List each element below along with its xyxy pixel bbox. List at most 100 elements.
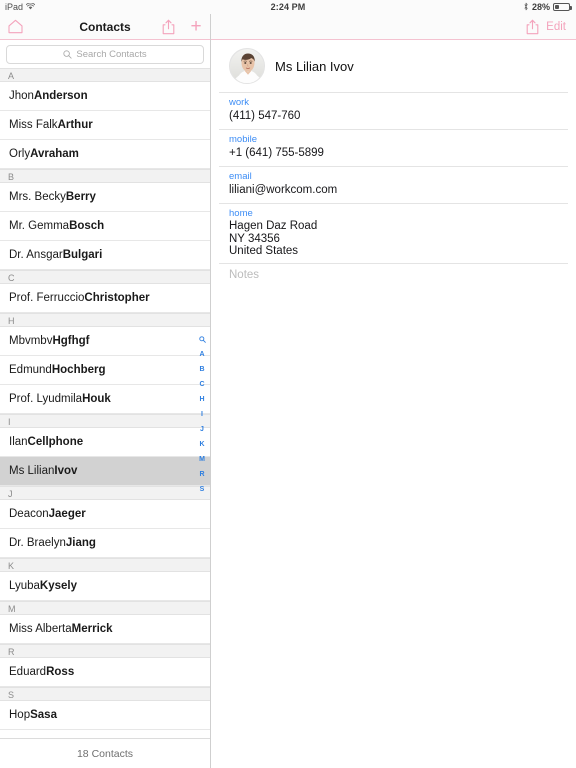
contact-row[interactable]: Hop Sasa — [0, 701, 210, 730]
contact-row[interactable]: Dr. Braelyn Jiang — [0, 529, 210, 558]
contact-first-name: Mrs. Becky — [9, 191, 66, 203]
search-icon — [63, 46, 72, 64]
contact-first-name: Deacon — [9, 508, 49, 520]
contact-last-name: Houk — [82, 393, 111, 405]
avatar — [229, 48, 265, 84]
index-letter[interactable]: M — [195, 452, 209, 467]
contact-fields: work (411) 547-760 mobile +1 (641) 755-5899… — [211, 92, 576, 288]
contacts-master-pane: Contacts + Search Contacts A Jhon Anders… — [0, 14, 211, 768]
contact-first-name: Prof. Lyudmila — [9, 393, 83, 405]
bluetooth-icon — [523, 2, 529, 13]
contact-row[interactable]: Dr. Ansgar Bulgari — [0, 241, 210, 270]
field-label: mobile — [229, 134, 257, 145]
master-navbar-actions: + — [154, 14, 210, 40]
contact-field[interactable]: mobile +1 (641) 755-5899 — [219, 129, 568, 166]
index-letter[interactable]: I — [195, 407, 209, 422]
index-letter[interactable]: R — [195, 467, 209, 482]
contact-header: Ms Lilian Ivov — [219, 40, 568, 92]
home-icon[interactable] — [0, 14, 30, 40]
contact-row[interactable]: Orly Avraham — [0, 140, 210, 169]
contact-row[interactable]: Prof. Lyudmila Houk — [0, 385, 210, 414]
contact-first-name: Ilan — [9, 436, 28, 448]
contact-first-name: Prof. Ferruccio — [9, 292, 85, 304]
index-letter[interactable]: B — [195, 362, 209, 377]
contact-last-name: Cellphone — [27, 436, 84, 448]
contact-last-name: Hochberg — [51, 364, 106, 376]
contact-field[interactable]: work (411) 547-760 — [219, 92, 568, 129]
status-bar: iPad 2:24 PM 28% — [0, 0, 576, 14]
status-bar-time: 2:24 PM — [270, 2, 306, 12]
contact-first-name: Mr. Gemma — [9, 220, 70, 232]
contact-first-name: Edmund — [9, 364, 52, 376]
contact-last-name: Avraham — [30, 148, 79, 160]
contact-row[interactable]: Deacon Jaeger — [0, 500, 210, 529]
contact-row[interactable]: Miss Falk Arthur — [0, 111, 210, 140]
contact-row[interactable]: Jhon Anderson — [0, 82, 210, 111]
index-letter[interactable]: J — [195, 422, 209, 437]
index-letter[interactable]: K — [195, 437, 209, 452]
contact-row[interactable]: Eduard Ross — [0, 658, 210, 687]
search-container: Search Contacts — [0, 40, 210, 68]
share-icon[interactable] — [518, 14, 546, 40]
contact-last-name: Arthur — [57, 119, 93, 131]
field-value[interactable]: (411) 547-760 — [229, 109, 568, 124]
alphabet-index-strip[interactable]: ABCHIJKMRS — [195, 332, 209, 497]
battery-icon — [553, 3, 572, 11]
field-value[interactable]: liliani@workcom.com — [229, 183, 568, 198]
contact-last-name: Anderson — [33, 90, 88, 102]
contact-row[interactable]: Mbvmbv Hgfhgf — [0, 327, 210, 356]
search-placeholder: Search Contacts — [76, 49, 147, 60]
contact-row[interactable]: Mr. Gemma Bosch — [0, 212, 210, 241]
address-field[interactable]: home Hagen Daz Road NY 34356 United States — [219, 203, 568, 263]
address-line: NY 34356 — [229, 232, 280, 245]
contact-last-name: Jiang — [65, 537, 96, 549]
contact-first-name: Eduard — [9, 666, 47, 678]
contact-first-name: Miss Falk — [9, 119, 58, 131]
notes-field[interactable]: Notes — [219, 262, 568, 288]
contacts-list[interactable]: A Jhon Anderson Miss Falk Arthur Orly Avrah… — [0, 68, 210, 738]
add-contact-button[interactable]: + — [182, 14, 210, 40]
status-bar-right: 28% — [523, 2, 576, 13]
contact-last-name: Jaeger — [48, 508, 86, 520]
contact-row[interactable]: Miss Alberta Merrick — [0, 615, 210, 644]
contact-row[interactable]: Ilan Cellphone — [0, 428, 210, 457]
contact-first-name: Mbvmbv — [9, 335, 53, 347]
index-letter[interactable]: S — [195, 482, 209, 497]
index-search-icon[interactable] — [195, 332, 209, 347]
contact-first-name: Dr. Braelyn — [9, 537, 66, 549]
contact-row[interactable]: Mrs. Becky Berry — [0, 183, 210, 212]
contact-row[interactable]: Edmund Hochberg — [0, 356, 210, 385]
contact-row[interactable]: Ms Lilian Ivov — [0, 457, 210, 486]
share-icon[interactable] — [154, 14, 182, 40]
section-header: B — [0, 169, 210, 183]
split-view: Contacts + Search Contacts A Jhon Anders… — [0, 14, 576, 768]
contact-first-name: Jhon — [9, 90, 34, 102]
section-header: J — [0, 486, 210, 500]
contact-first-name: Dr. Ansgar — [9, 249, 63, 261]
contact-row[interactable]: Lyuba Kysely — [0, 572, 210, 601]
section-header: K — [0, 558, 210, 572]
search-input[interactable]: Search Contacts — [6, 45, 204, 64]
index-letter[interactable]: A — [195, 347, 209, 362]
contact-field[interactable]: email liliani@workcom.com — [219, 166, 568, 203]
contact-first-name: Hop — [9, 709, 31, 721]
field-label: work — [229, 97, 250, 108]
contact-last-name: Merrick — [71, 623, 113, 635]
section-header: A — [0, 68, 210, 82]
address-line: Hagen Daz Road — [229, 220, 318, 232]
contact-first-name: Ms Lilian — [9, 465, 55, 477]
contact-row[interactable]: Prof. Ferruccio Christopher — [0, 284, 210, 313]
section-header: M — [0, 601, 210, 615]
contact-name: Ms Lilian Ivov — [275, 58, 354, 74]
contact-first-name: Miss Alberta — [9, 623, 72, 635]
section-header: S — [0, 687, 210, 701]
edit-button[interactable]: Edit — [546, 21, 576, 33]
section-header: H — [0, 313, 210, 327]
battery-percent-label: 28% — [531, 2, 550, 12]
index-letter[interactable]: C — [195, 377, 209, 392]
section-header: C — [0, 270, 210, 284]
index-letter[interactable]: H — [195, 392, 209, 407]
contact-last-name: Ivov — [54, 465, 78, 477]
field-value[interactable]: +1 (641) 755-5899 — [229, 146, 568, 161]
contact-last-name: Hgfhgf — [52, 335, 90, 347]
